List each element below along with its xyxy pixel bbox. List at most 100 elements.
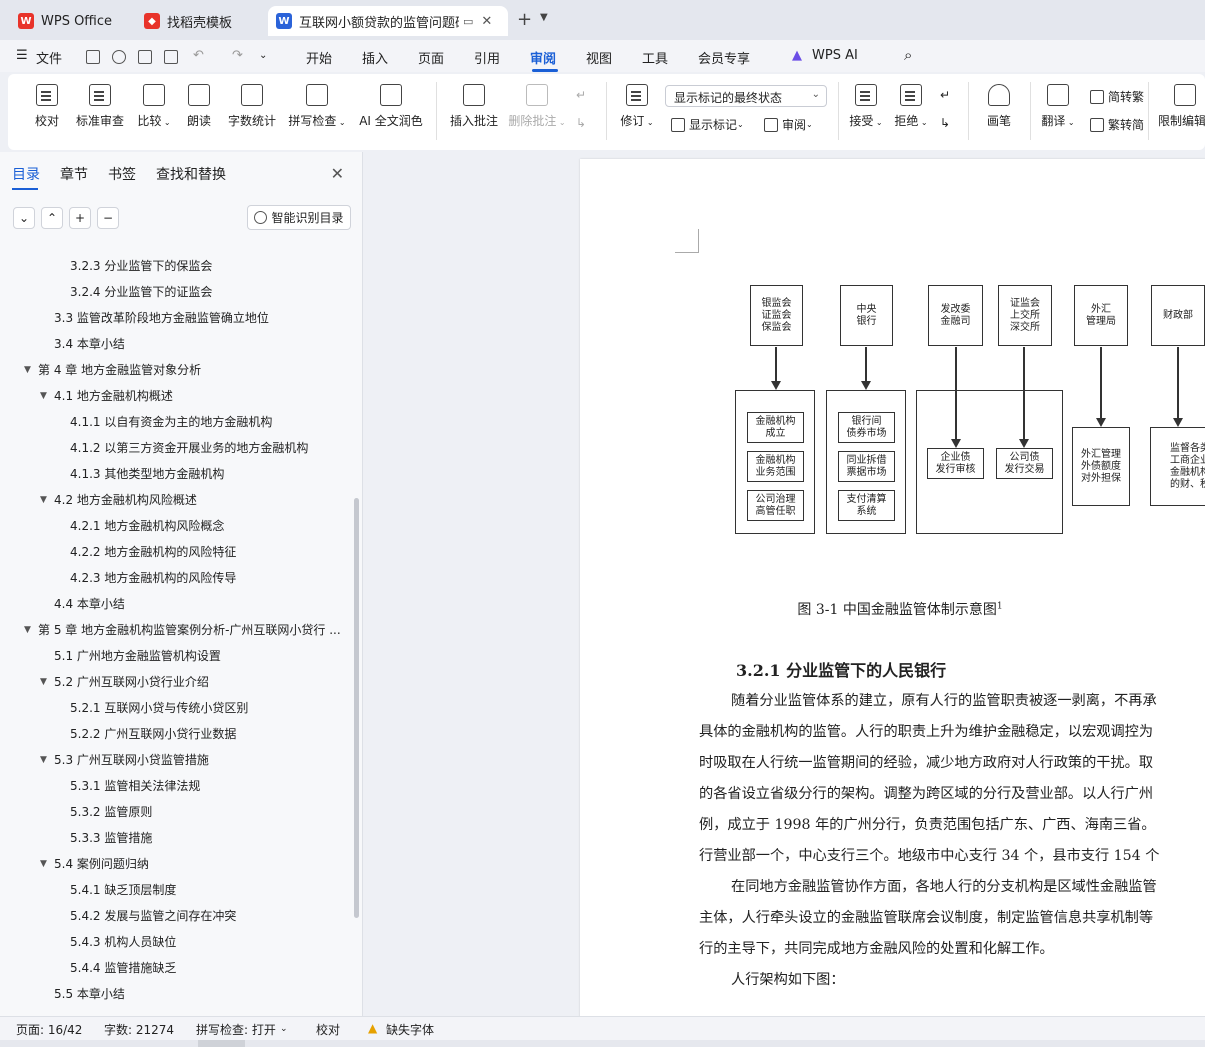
translate-button[interactable]: 翻译 ⌄ [1040, 84, 1076, 129]
ai-polish-button[interactable]: AI 全文润色 [356, 84, 426, 129]
toc-item[interactable]: ▼ 5.4 案例问题归纳 [0, 851, 350, 877]
toc-item[interactable]: 4.1.3 其他类型地方金融机构 [0, 461, 350, 487]
missing-font-status[interactable]: 缺失字体 [386, 1021, 434, 1038]
toc-item[interactable]: ▼ 5.2 广州互联网小贷行业介绍 [0, 669, 350, 695]
toc-item[interactable]: 5.2.2 广州互联网小贷行业数据 [0, 721, 350, 747]
chevron-down-icon[interactable]: ⌄ [13, 207, 35, 229]
toc-item[interactable]: 3.3 监管改革阶段地方金融监管确立地位 [0, 305, 350, 331]
next-comment-icon[interactable]: ↳ [576, 116, 586, 130]
proofread-button[interactable]: 校对 [30, 84, 64, 129]
to-simplified-button[interactable]: 繁转简 [1090, 116, 1144, 133]
smart-toc-button[interactable]: 智能识别目录 [247, 205, 351, 230]
tab-current-document[interactable]: W 互联网小额贷款的监管问题研 ▭ ✕ [268, 6, 508, 36]
tab-find-replace[interactable]: 查找和替换 [156, 164, 226, 184]
expand-arrow-icon[interactable]: ▼ [40, 851, 47, 877]
show-markup-button[interactable]: 显示标记 ⌄ [671, 116, 744, 133]
review-pane-button[interactable]: 审阅 ⌄ [764, 116, 813, 133]
tab-docer[interactable]: ◆ 找稻壳模板 [136, 6, 262, 36]
page-indicator[interactable]: 页面: 16/42 [16, 1021, 82, 1038]
plus-icon[interactable]: + [69, 207, 91, 229]
save-icon[interactable] [86, 50, 100, 64]
toc-item[interactable]: 4.1.1 以自有资金为主的地方金融机构 [0, 409, 350, 435]
expand-arrow-icon[interactable]: ▼ [40, 487, 47, 513]
toc-item[interactable]: 4.1.2 以第三方资金开展业务的地方金融机构 [0, 435, 350, 461]
insert-comment-button[interactable]: 插入批注 [448, 84, 500, 129]
standard-review-button[interactable]: 标准审查 [74, 84, 126, 129]
track-changes-button[interactable]: 修订 ⌄ [616, 84, 658, 129]
toc-item[interactable]: 4.2.3 地方金融机构的风险传导 [0, 565, 350, 591]
chevron-down-icon[interactable]: ▼ [540, 12, 548, 23]
menu-file[interactable]: 文件 [36, 48, 62, 67]
toc-item[interactable]: 5.2.1 互联网小贷与传统小贷区别 [0, 695, 350, 721]
compare-button[interactable]: 比较 ⌄ [134, 84, 174, 129]
toc-item[interactable]: 5.3.3 监管措施 [0, 825, 350, 851]
toc-item[interactable]: 5.4.3 机构人员缺位 [0, 929, 350, 955]
expand-arrow-icon[interactable]: ▼ [24, 617, 31, 643]
tab-chapters[interactable]: 章节 [60, 164, 88, 184]
minus-icon[interactable]: − [97, 207, 119, 229]
delete-comment-button[interactable]: 删除批注 ⌄ [506, 84, 568, 129]
hamburger-icon[interactable]: ☰ [16, 48, 28, 63]
export-icon[interactable] [112, 50, 126, 64]
search-icon[interactable]: ⌕ [904, 46, 912, 64]
spell-check-button[interactable]: 拼写检查 ⌄ [287, 84, 347, 129]
toc-item[interactable]: ▼ 5.3 广州互联网小贷监管措施 [0, 747, 350, 773]
redo-icon[interactable]: ↷ [232, 48, 243, 63]
toc-item[interactable]: 5.4.1 缺乏顶层制度 [0, 877, 350, 903]
menu-review[interactable]: 审阅 [530, 48, 556, 67]
monitor-icon[interactable]: ▭ [463, 15, 473, 28]
new-tab-plus-icon[interactable]: + [517, 9, 532, 30]
chevron-down-icon[interactable]: ⌄ [259, 50, 267, 61]
menu-member[interactable]: 会员专享 [698, 48, 750, 67]
menu-page[interactable]: 页面 [418, 48, 444, 67]
tab-toc[interactable]: 目录 [12, 164, 40, 184]
toc-item[interactable]: 5.5 本章小结 [0, 981, 350, 1007]
tab-wps-office[interactable]: W WPS Office [10, 6, 128, 36]
spell-check-status[interactable]: 拼写检查: 打开 [196, 1021, 276, 1038]
previous-change-icon[interactable]: ↵ [940, 88, 950, 102]
toc-item[interactable]: 3.4 本章小结 [0, 331, 350, 357]
toc-item[interactable]: 4.2.1 地方金融机构风险概念 [0, 513, 350, 539]
menu-wps-ai[interactable]: WPS AI [812, 48, 858, 63]
footnote-ref[interactable]: 1 [997, 601, 1003, 611]
print-preview-icon[interactable] [164, 50, 178, 64]
expand-arrow-icon[interactable]: ▼ [40, 747, 47, 773]
toc-scrollbar[interactable] [354, 498, 359, 918]
undo-icon[interactable]: ↶ [193, 48, 204, 63]
close-icon[interactable]: ✕ [331, 164, 344, 183]
print-icon[interactable] [138, 50, 152, 64]
menu-reference[interactable]: 引用 [474, 48, 500, 67]
toc-item[interactable]: ▼ 第 4 章 地方金融监管对象分析 [0, 357, 350, 383]
expand-arrow-icon[interactable]: ▼ [40, 669, 47, 695]
word-count[interactable]: 字数: 21274 [104, 1021, 174, 1038]
toc-item[interactable]: 3.2.3 分业监管下的保监会 [0, 253, 350, 279]
markup-display-select[interactable]: 显示标记的最终状态 ⌄ [665, 85, 827, 107]
menu-home[interactable]: 开始 [306, 48, 332, 67]
proofread-status[interactable]: 校对 [316, 1021, 340, 1038]
menu-insert[interactable]: 插入 [362, 48, 388, 67]
accept-button[interactable]: 接受 ⌄ [848, 84, 884, 129]
toc-item[interactable]: 4.4 本章小结 [0, 591, 350, 617]
tab-bookmarks[interactable]: 书签 [108, 164, 136, 184]
word-count-button[interactable]: 字数统计 [226, 84, 278, 129]
toc-item[interactable]: ▼ 第 5 章 地方金融机构监管案例分析-广州互联网小贷行 ... [0, 617, 350, 643]
toc-item[interactable]: 4.2.2 地方金融机构的风险特征 [0, 539, 350, 565]
toc-item[interactable]: 5.1 广州地方金融监管机构设置 [0, 643, 350, 669]
restrict-editing-button[interactable]: 限制编辑 [1158, 84, 1205, 129]
read-aloud-button[interactable]: 朗读 [185, 84, 213, 129]
next-change-icon[interactable]: ↳ [940, 116, 950, 130]
toc-item[interactable]: ▼ 4.1 地方金融机构概述 [0, 383, 350, 409]
menu-view[interactable]: 视图 [586, 48, 612, 67]
reject-button[interactable]: 拒绝 ⌄ [893, 84, 929, 129]
chevron-up-icon[interactable]: ⌃ [41, 207, 63, 229]
toc-item[interactable]: 5.4.4 监管措施缺乏 [0, 955, 350, 981]
previous-comment-icon[interactable]: ↵ [576, 88, 586, 102]
expand-arrow-icon[interactable]: ▼ [40, 383, 47, 409]
menu-tools[interactable]: 工具 [642, 48, 668, 67]
pen-button[interactable]: 画笔 [984, 84, 1014, 129]
horizontal-scrollbar[interactable] [198, 1040, 245, 1047]
close-icon[interactable]: ✕ [481, 14, 492, 29]
expand-arrow-icon[interactable]: ▼ [24, 357, 31, 383]
toc-item[interactable]: 5.3.2 监管原则 [0, 799, 350, 825]
to-traditional-button[interactable]: 简转繁 [1090, 88, 1144, 105]
